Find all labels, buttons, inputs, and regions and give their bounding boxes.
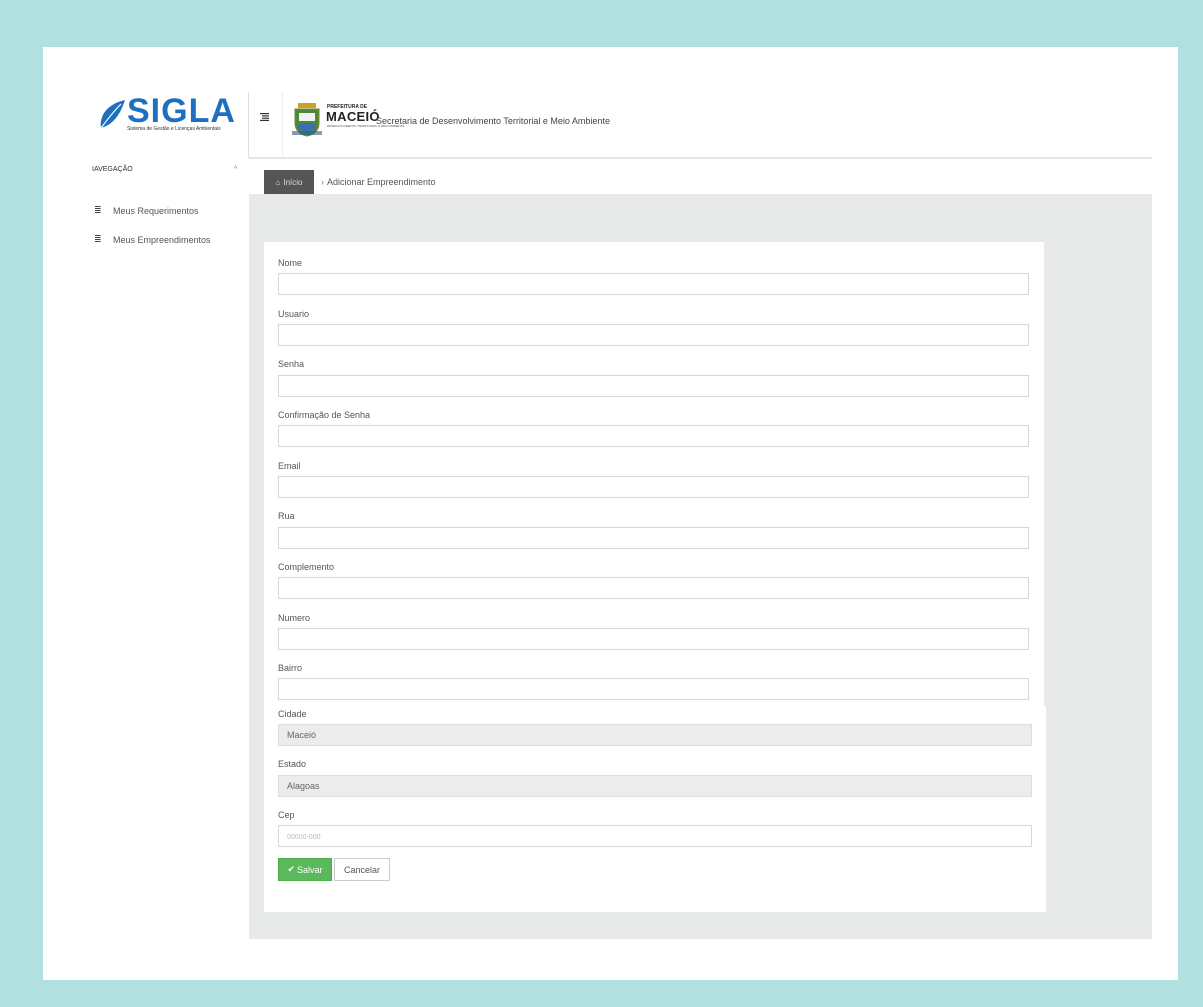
- confirmacao-senha-label: Confirmação de Senha: [278, 410, 371, 420]
- check-icon: ✔: [287, 864, 296, 874]
- cep-label: Cep: [278, 810, 295, 820]
- sidebar-item-meus-empreendimentos[interactable]: ≣ Meus Empreendimentos: [94, 234, 211, 245]
- chevron-up-icon[interactable]: ^: [234, 166, 237, 173]
- header-divider: [248, 92, 249, 158]
- cidade-label: Cidade: [278, 709, 307, 719]
- logo-tagline: Sistema de Gestão e Licenças Ambientais: [127, 126, 221, 132]
- cidade-input: [278, 724, 1032, 746]
- rua-label: Rua: [278, 511, 295, 521]
- rua-input[interactable]: [278, 527, 1029, 549]
- menu-toggle-icon[interactable]: [260, 113, 269, 122]
- complemento-input[interactable]: [278, 577, 1029, 599]
- numero-input[interactable]: [278, 628, 1029, 650]
- complemento-label: Complemento: [278, 562, 335, 572]
- form-panel-extension: [1043, 706, 1046, 912]
- prefeitura-crest-icon: [292, 103, 322, 137]
- cancel-button[interactable]: Cancelar: [334, 858, 390, 881]
- sidebar-item-meus-requerimentos[interactable]: ≣ Meus Requerimentos: [94, 205, 199, 216]
- save-button-label: Salvar: [297, 864, 323, 875]
- sidebar-item-label: Meus Empreendimentos: [113, 234, 211, 245]
- breadcrumb-current: Adicionar Empreendimento: [327, 177, 436, 187]
- nome-input[interactable]: [278, 273, 1029, 295]
- email-label: Email: [278, 461, 301, 471]
- leaf-icon: [100, 100, 125, 129]
- breadcrumb-separator: ›: [321, 177, 324, 187]
- senha-input[interactable]: [278, 375, 1029, 397]
- sigla-logo[interactable]: SIGLA Sistema de Gestão e Licenças Ambie…: [97, 92, 235, 136]
- prefeitura-city: MACEIÓ: [326, 109, 380, 124]
- save-button[interactable]: ✔ Salvar: [278, 858, 332, 881]
- numero-label: Numero: [278, 613, 311, 623]
- estado-input: [278, 775, 1032, 797]
- email-input[interactable]: [278, 476, 1029, 498]
- breadcrumb-home[interactable]: ⌂ Início: [264, 170, 314, 194]
- nome-label: Nome: [278, 258, 303, 268]
- cep-input[interactable]: [278, 825, 1032, 847]
- usuario-input[interactable]: [278, 324, 1029, 346]
- sidebar-nav-header[interactable]: IAVEGAÇÃO: [92, 166, 242, 173]
- home-icon: ⌂: [275, 177, 281, 187]
- sidebar-item-label: Meus Requerimentos: [113, 205, 199, 216]
- hamburger-icon: [260, 113, 269, 121]
- estado-label: Estado: [278, 759, 307, 769]
- breadcrumb-home-label: Início: [283, 177, 303, 187]
- list-icon: ≣: [94, 205, 102, 215]
- list-icon: ≣: [94, 234, 102, 244]
- bairro-label: Bairro: [278, 663, 303, 673]
- usuario-label: Usuario: [278, 309, 310, 319]
- header-divider: [282, 92, 283, 158]
- senha-label: Senha: [278, 359, 305, 369]
- confirmacao-senha-input[interactable]: [278, 425, 1029, 447]
- header-separator: [249, 157, 1152, 159]
- secretaria-title: Secretaria de Desenvolvimento Territoria…: [376, 116, 610, 126]
- bairro-input[interactable]: [278, 678, 1029, 700]
